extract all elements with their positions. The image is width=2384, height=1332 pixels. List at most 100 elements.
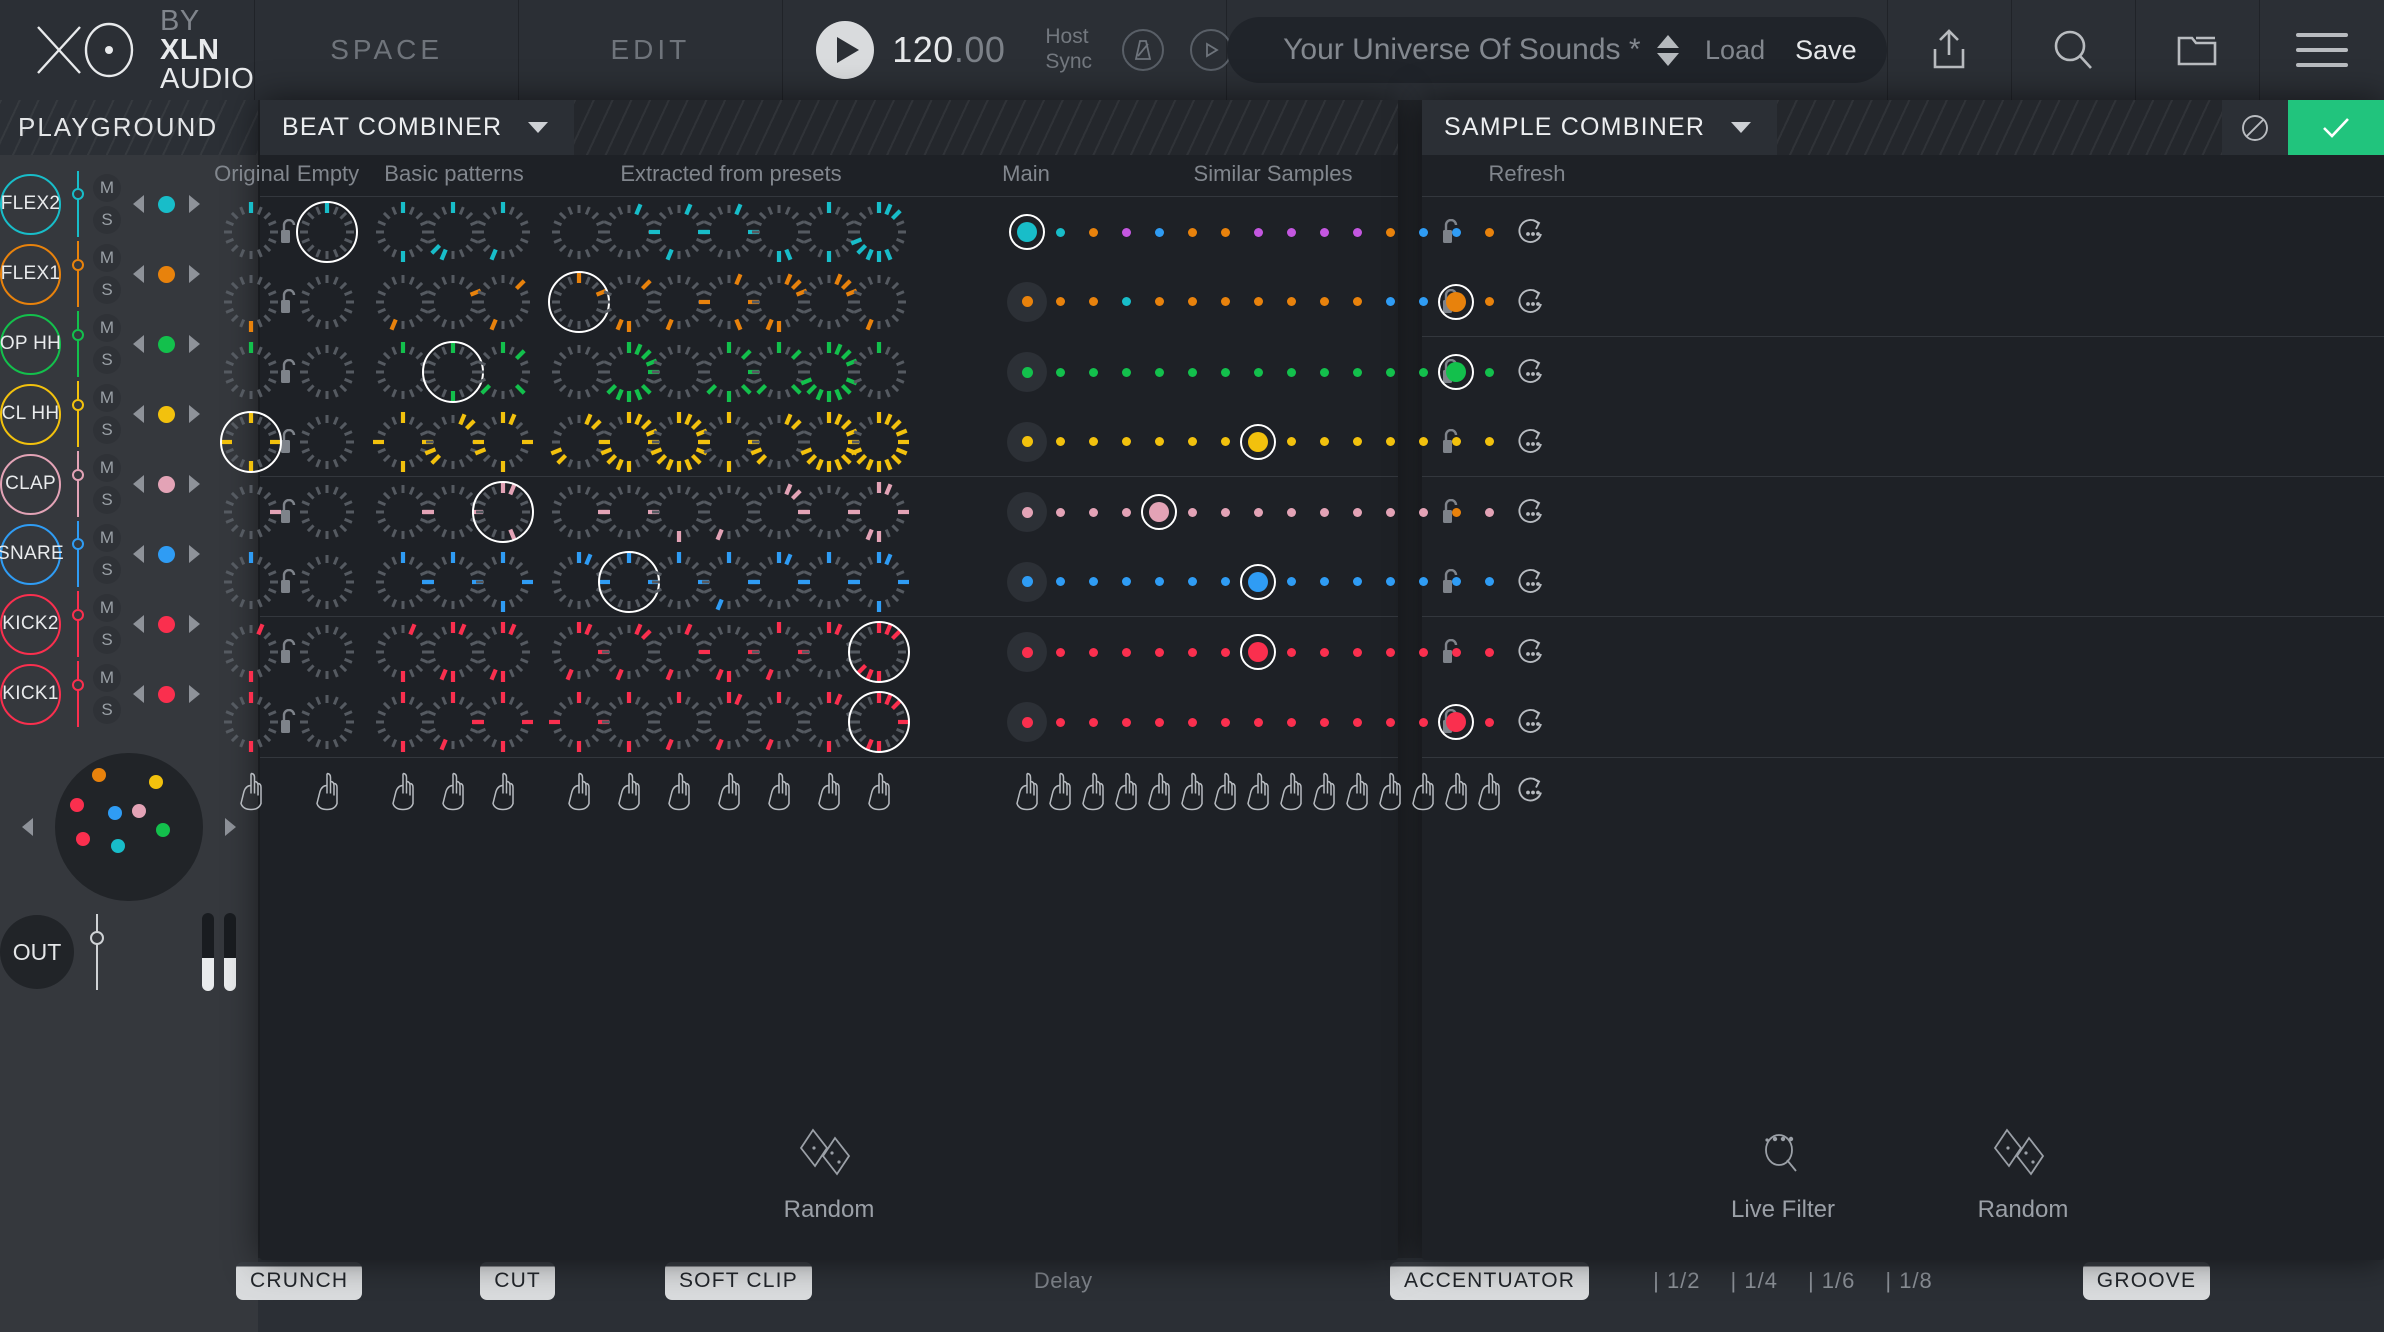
- sample-dot[interactable]: [1188, 718, 1197, 727]
- sample-cell[interactable]: [1273, 494, 1309, 530]
- sample-dot[interactable]: [1056, 437, 1065, 446]
- hand-tap-icon[interactable]: [1013, 769, 1041, 811]
- sample-cell[interactable]: [1339, 284, 1375, 320]
- track-color-dot[interactable]: [158, 266, 175, 283]
- sample-cell[interactable]: [1306, 634, 1342, 670]
- sample-dot[interactable]: [1188, 228, 1197, 237]
- pattern-cell[interactable]: [295, 480, 359, 544]
- sample-dot[interactable]: [1221, 508, 1230, 517]
- output-volume-slider[interactable]: [96, 914, 98, 990]
- sample-dot[interactable]: [1320, 648, 1329, 657]
- pattern-dial[interactable]: [219, 270, 283, 334]
- track-color-dot[interactable]: [158, 476, 175, 493]
- tab-space[interactable]: SPACE: [255, 0, 519, 100]
- fx-pill-crunch[interactable]: CRUNCH: [236, 1262, 362, 1300]
- refresh-dots-icon[interactable]: [1514, 705, 1546, 739]
- pattern-dial[interactable]: [295, 340, 359, 404]
- sample-cell[interactable]: [1372, 564, 1408, 600]
- pattern-dial[interactable]: [847, 270, 911, 334]
- track-button-snare[interactable]: SNARE: [0, 524, 61, 585]
- sample-cell[interactable]: [1339, 494, 1375, 530]
- solo-button[interactable]: S: [93, 416, 121, 444]
- sample-cell[interactable]: [1042, 494, 1078, 530]
- division-1-4[interactable]: | 1/4: [1731, 1268, 1778, 1294]
- pattern-cell[interactable]: [295, 620, 359, 684]
- sample-dot[interactable]: [1419, 648, 1428, 657]
- pattern-cell[interactable]: [219, 620, 283, 684]
- sample-dot[interactable]: [1386, 228, 1395, 237]
- bpm-display[interactable]: 120.00: [892, 29, 1005, 71]
- pattern-dial[interactable]: [847, 410, 911, 474]
- pattern-dial[interactable]: [295, 690, 359, 754]
- hand-tap-button[interactable]: [565, 769, 593, 816]
- sample-cell[interactable]: [1438, 424, 1474, 460]
- pattern-cell[interactable]: [847, 620, 911, 684]
- sample-cell[interactable]: [1273, 704, 1309, 740]
- sample-cell[interactable]: [1306, 494, 1342, 530]
- pattern-cell[interactable]: [847, 340, 911, 404]
- sample-cell[interactable]: [1471, 564, 1507, 600]
- sample-cell[interactable]: [1174, 354, 1210, 390]
- pattern-dial[interactable]: [471, 340, 535, 404]
- hand-tap-button[interactable]: [665, 769, 693, 816]
- beat-combiner-title-dropdown[interactable]: BEAT COMBINER: [260, 100, 574, 155]
- sample-cell[interactable]: [1042, 704, 1078, 740]
- mute-button[interactable]: M: [93, 454, 121, 482]
- universe-preview[interactable]: [55, 753, 203, 901]
- sample-cell[interactable]: [1438, 564, 1474, 600]
- track-color-dot[interactable]: [158, 336, 175, 353]
- sample-dot[interactable]: [1089, 437, 1098, 446]
- sample-cell[interactable]: [1405, 284, 1441, 320]
- sample-cell[interactable]: [1306, 424, 1342, 460]
- pattern-dial[interactable]: [219, 480, 283, 544]
- sample-dot[interactable]: [1155, 228, 1164, 237]
- division-1-6[interactable]: | 1/6: [1808, 1268, 1855, 1294]
- sample-cell[interactable]: [1339, 634, 1375, 670]
- sample-cell[interactable]: [1075, 214, 1111, 250]
- sample-cell[interactable]: [1108, 424, 1144, 460]
- sample-dot[interactable]: [1022, 507, 1033, 518]
- refresh-dots-icon[interactable]: [1514, 495, 1546, 529]
- preset-load-button[interactable]: Load: [1705, 35, 1765, 66]
- pattern-cell[interactable]: [471, 200, 535, 264]
- sample-dot[interactable]: [1485, 508, 1494, 517]
- track-volume-slider[interactable]: [77, 661, 79, 727]
- hand-tap-button[interactable]: [1079, 769, 1107, 816]
- sample-cell[interactable]: [1471, 424, 1507, 460]
- hand-tap-button[interactable]: [1310, 769, 1338, 816]
- sample-dot[interactable]: [1485, 577, 1494, 586]
- row-refresh-button[interactable]: [1512, 494, 1548, 530]
- pattern-cell[interactable]: [471, 270, 535, 334]
- sample-dot[interactable]: [1188, 508, 1197, 517]
- track-color-dot[interactable]: [158, 406, 175, 423]
- chevron-down-icon[interactable]: [528, 122, 548, 133]
- sample-dot[interactable]: [1155, 718, 1164, 727]
- prev-arrow-icon[interactable]: [133, 335, 144, 353]
- sample-dot[interactable]: [1155, 368, 1164, 377]
- sample-cell[interactable]: [1471, 214, 1507, 250]
- track-button-kick2[interactable]: KICK2: [0, 594, 61, 655]
- sample-cell[interactable]: [1009, 564, 1045, 600]
- next-arrow-icon[interactable]: [189, 475, 200, 493]
- row-refresh-button[interactable]: [1512, 704, 1548, 740]
- hand-tap-icon[interactable]: [865, 769, 893, 811]
- pattern-dial[interactable]: [847, 200, 911, 264]
- pattern-dial[interactable]: [219, 620, 283, 684]
- hand-tap-icon[interactable]: [1079, 769, 1107, 811]
- row-refresh-button[interactable]: [1512, 214, 1548, 250]
- sample-cell[interactable]: [1339, 214, 1375, 250]
- sample-cell[interactable]: [1339, 354, 1375, 390]
- sample-dot[interactable]: [1452, 228, 1461, 237]
- sample-dot[interactable]: [1089, 718, 1098, 727]
- sample-cell[interactable]: [1108, 284, 1144, 320]
- sample-cell[interactable]: [1042, 634, 1078, 670]
- sample-dot[interactable]: [1287, 718, 1296, 727]
- row-refresh-button[interactable]: [1512, 564, 1548, 600]
- confirm-button[interactable]: [2288, 100, 2384, 155]
- sample-cell[interactable]: [1207, 494, 1243, 530]
- stepper-down-icon[interactable]: [1657, 53, 1679, 66]
- sample-dot[interactable]: [1089, 228, 1098, 237]
- pattern-cell[interactable]: [219, 200, 283, 264]
- sample-dot[interactable]: [1122, 577, 1131, 586]
- pattern-cell[interactable]: [847, 410, 911, 474]
